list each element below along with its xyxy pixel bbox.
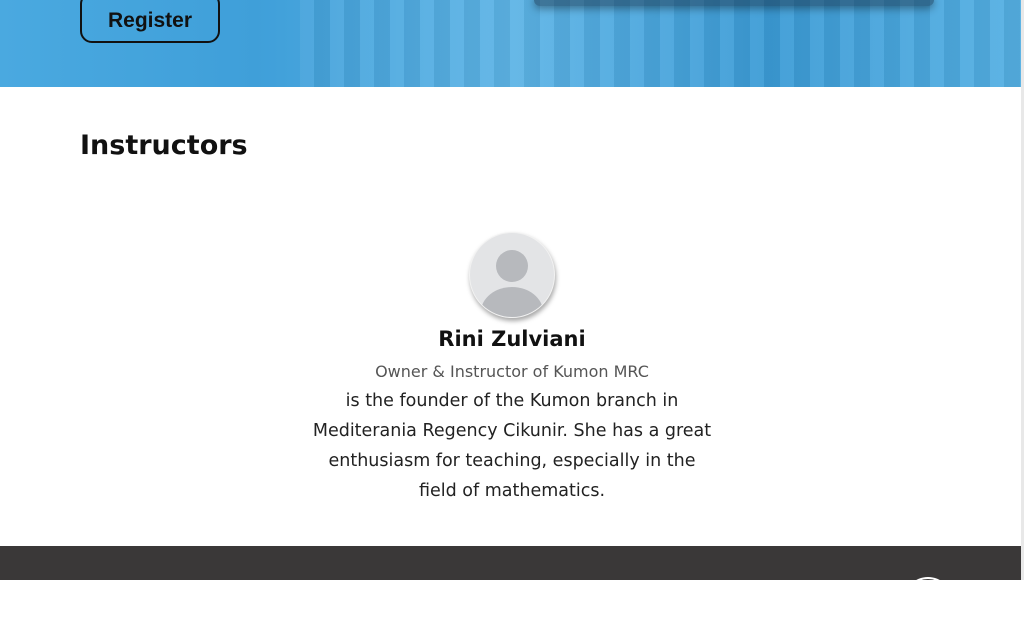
footer-logo-icon [904,577,952,625]
hero-banner: Register [0,0,1024,87]
register-button[interactable]: Register [80,0,220,43]
avatar-person-icon [496,250,528,282]
avatar-person-body [481,287,543,317]
instructor-role: Owner & Instructor of Kumon MRC [375,362,649,381]
hero-background-image [300,0,1024,87]
instructors-heading: Instructors [80,130,248,161]
instructor-name: Rini Zulviani [438,327,586,351]
footer [0,546,1024,625]
instructor-bio: is the founder of the Kumon branch in Me… [312,391,712,501]
avatar [469,232,555,318]
hero-panel-edge [534,0,934,6]
